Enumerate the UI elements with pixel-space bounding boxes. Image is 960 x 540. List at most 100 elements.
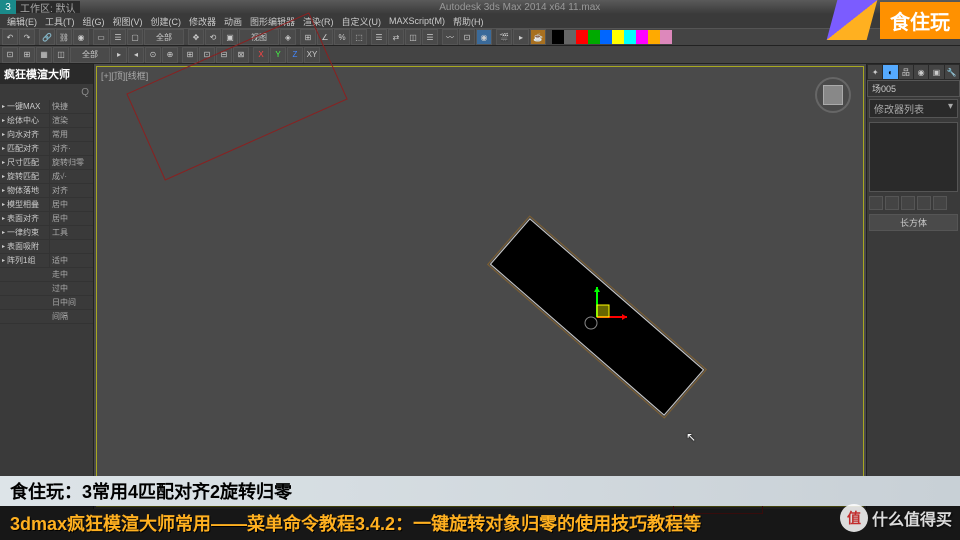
menu-tools[interactable]: 工具(T) (42, 15, 78, 28)
select-name-button[interactable]: ☰ (110, 29, 126, 45)
viewport[interactable]: [+][顶][线框] ↖ (94, 64, 866, 509)
sidebar-row-left[interactable]: 阵列1组 (0, 254, 50, 267)
selected-object[interactable] (477, 197, 717, 437)
menu-maxscript[interactable]: MAXScript(M) (386, 16, 448, 26)
rotate-button[interactable]: ⟲ (205, 29, 221, 45)
tab-motion[interactable]: ◉ (914, 65, 928, 79)
select-button[interactable]: ▭ (93, 29, 109, 45)
sidebar-row-right[interactable] (50, 240, 93, 253)
workspace-selector[interactable]: 工作区: 默认 (16, 1, 80, 13)
tool-b[interactable]: ⊞ (19, 47, 35, 63)
sidebar-row-right[interactable]: 快捷 (50, 100, 93, 113)
sidebar-row-right[interactable]: 对齐· (50, 142, 93, 155)
sidebar-row-left[interactable]: 向水对齐 (0, 128, 50, 141)
sidebar-row[interactable]: 旋转匹配成√· (0, 170, 93, 184)
sidebar-row-right[interactable]: 过中 (50, 282, 93, 295)
render-button[interactable]: ☕ (530, 29, 546, 45)
tab-hierarchy[interactable]: 品 (899, 65, 913, 79)
modifier-stack[interactable] (869, 122, 958, 192)
tab-display[interactable]: ▣ (929, 65, 943, 79)
sidebar-row-left[interactable]: 物体落地 (0, 184, 50, 197)
sidebar-row[interactable]: 模型相叠居中 (0, 198, 93, 212)
sidebar-row[interactable]: 绘体中心渲染 (0, 114, 93, 128)
sidebar-row[interactable]: 表面吸附 (0, 240, 93, 254)
menu-create[interactable]: 创建(C) (148, 15, 185, 28)
material-button[interactable]: ◉ (476, 29, 492, 45)
mirror-button[interactable]: ⇄ (388, 29, 404, 45)
sidebar-row-right[interactable]: 走中 (50, 268, 93, 281)
menu-view[interactable]: 视图(V) (110, 15, 146, 28)
tool-f[interactable]: ▸ (111, 47, 127, 63)
sidebar-row-right[interactable]: 旋转归零 (50, 156, 93, 169)
tab-utilities[interactable]: 🔧 (945, 65, 959, 79)
sidebar-row-left[interactable]: 一律约束 (0, 226, 50, 239)
sidebar-row-left[interactable]: 匹配对齐 (0, 142, 50, 155)
sidebar-row-left[interactable]: 绘体中心 (0, 114, 50, 127)
bind-button[interactable]: ◉ (73, 29, 89, 45)
sidebar-row-right[interactable]: 成√· (50, 170, 93, 183)
redo-button[interactable]: ↷ (19, 29, 35, 45)
tab-create[interactable]: ✦ (868, 65, 882, 79)
link-button[interactable]: 🔗 (39, 29, 55, 45)
render-setup-button[interactable]: 🎬 (496, 29, 512, 45)
sidebar-row[interactable]: 物体落地对齐 (0, 184, 93, 198)
sidebar-row-right[interactable]: 适中 (50, 254, 93, 267)
sidebar-row-right[interactable]: 居中 (50, 212, 93, 225)
sidebar-row-right[interactable]: 渲染 (50, 114, 93, 127)
menu-help[interactable]: 帮助(H) (450, 15, 487, 28)
sidebar-row[interactable]: 一律约束工具 (0, 226, 93, 240)
sidebar-row[interactable]: 日中间 (0, 296, 93, 310)
sidebar-row[interactable]: 走中 (0, 268, 93, 282)
sidebar-row-left[interactable]: 表面对齐 (0, 212, 50, 225)
viewcube[interactable] (815, 77, 851, 113)
tool-h[interactable]: ⊙ (145, 47, 161, 63)
sidebar-row[interactable]: 阵列1组适中 (0, 254, 93, 268)
percent-snap-button[interactable]: % (334, 29, 350, 45)
params-rollout[interactable]: 长方体 (869, 214, 958, 231)
tool-d[interactable]: ◫ (53, 47, 69, 63)
tool-e[interactable]: 全部 (70, 47, 110, 63)
sidebar-row[interactable]: 尺寸匹配旋转归零 (0, 156, 93, 170)
tool-g[interactable]: ◂ (128, 47, 144, 63)
show-result-button[interactable] (885, 196, 899, 210)
menu-modifiers[interactable]: 修改器 (186, 15, 219, 28)
sidebar-row-left[interactable]: 表面吸附 (0, 240, 50, 253)
select-region-button[interactable]: ▢ (127, 29, 143, 45)
menu-edit[interactable]: 编辑(E) (4, 15, 40, 28)
sidebar-row-left[interactable]: 模型相叠 (0, 198, 50, 211)
sidebar-row-right[interactable]: 日中间 (50, 296, 93, 309)
sidebar-row-right[interactable]: 对齐 (50, 184, 93, 197)
sidebar-row[interactable]: 向水对齐常用 (0, 128, 93, 142)
sidebar-row[interactable]: 一键MAX快捷 (0, 100, 93, 114)
unlink-button[interactable]: ⛓ (56, 29, 72, 45)
tab-modify[interactable]: ◐ (883, 65, 897, 79)
viewport-label[interactable]: [+][顶][线框] (101, 69, 148, 82)
sidebar-row[interactable]: 过中 (0, 282, 93, 296)
move-button[interactable]: ✥ (188, 29, 204, 45)
sidebar-row-right[interactable]: 常用 (50, 128, 93, 141)
menu-animation[interactable]: 动画 (221, 15, 245, 28)
color-swatches[interactable] (552, 30, 672, 44)
modifier-list-dropdown[interactable]: 修改器列表▾ (869, 99, 958, 118)
scale-button[interactable]: ▣ (222, 29, 238, 45)
filter-dropdown[interactable]: 全部 (144, 29, 184, 45)
undo-button[interactable]: ↶ (2, 29, 18, 45)
snap2-a[interactable]: ⊞ (182, 47, 198, 63)
sidebar-row[interactable]: 匹配对齐对齐· (0, 142, 93, 156)
sidebar-row-left[interactable]: 尺寸匹配 (0, 156, 50, 169)
search-icon[interactable]: Q (81, 87, 89, 98)
object-name-field[interactable]: 场005 (867, 80, 960, 97)
curve-editor-button[interactable]: 〰 (442, 29, 458, 45)
align-button[interactable]: ◫ (405, 29, 421, 45)
sidebar-row[interactable]: 间隔 (0, 310, 93, 324)
tool-c[interactable]: ▦ (36, 47, 52, 63)
menu-custom[interactable]: 自定义(U) (339, 15, 385, 28)
spinner-snap-button[interactable]: ⬚ (351, 29, 367, 45)
sidebar-row-right[interactable]: 间隔 (50, 310, 93, 323)
tool-i[interactable]: ⊕ (162, 47, 178, 63)
sidebar-row-left[interactable]: 旋转匹配 (0, 170, 50, 183)
sidebar-row-right[interactable]: 工具 (50, 226, 93, 239)
configure-button[interactable] (933, 196, 947, 210)
render-frame-button[interactable]: ▸ (513, 29, 529, 45)
sidebar-row-right[interactable]: 居中 (50, 198, 93, 211)
